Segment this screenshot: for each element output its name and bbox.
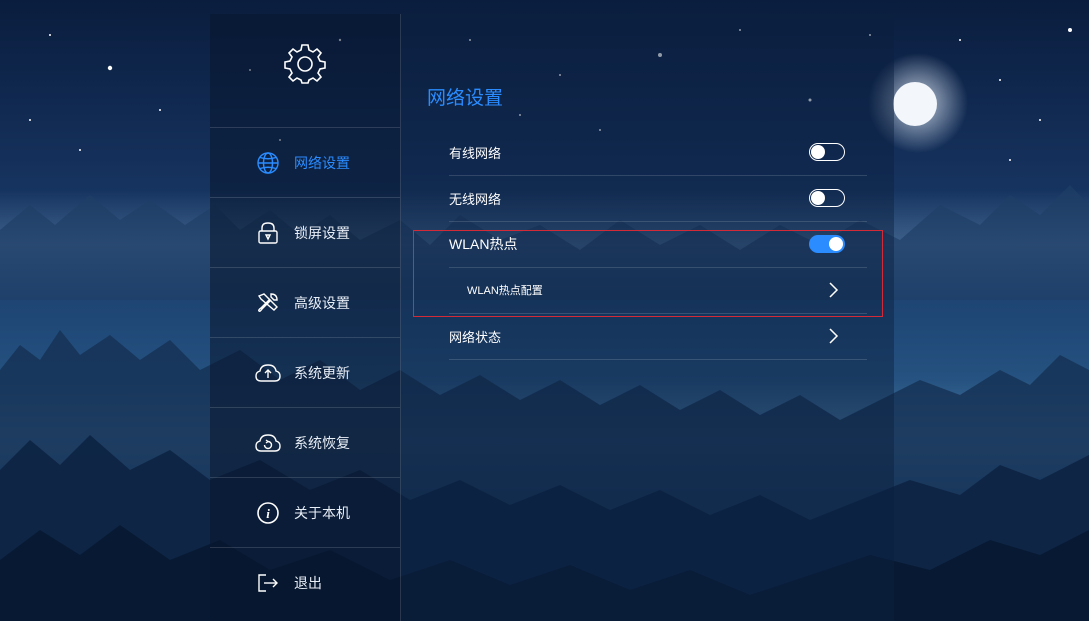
sidebar-item-label: 锁屏设置 <box>294 225 350 241</box>
network-status-row[interactable]: 网络状态 <box>449 313 867 360</box>
globe-icon <box>255 150 281 176</box>
row-label: 无线网络 <box>449 191 502 207</box>
sidebar-item-label: 系统恢复 <box>294 435 350 451</box>
row-label: 有线网络 <box>449 145 502 161</box>
sidebar-item-advanced[interactable]: 高级设置 <box>210 267 400 338</box>
sidebar-item-label: 退出 <box>294 575 322 591</box>
sidebar-item-label: 网络设置 <box>294 155 350 171</box>
sidebar-item-label: 高级设置 <box>294 295 350 311</box>
sidebar-item-about[interactable]: i 关于本机 <box>210 477 400 548</box>
sidebar-item-network[interactable]: 网络设置 <box>210 127 400 198</box>
wlan-hotspot-config-row[interactable]: WLAN热点配置 <box>449 267 867 314</box>
sidebar-item-label: 系统更新 <box>294 365 350 381</box>
sidebar-item-restore[interactable]: 系统恢复 <box>210 407 400 478</box>
row-label: 网络状态 <box>449 329 502 345</box>
wired-network-toggle[interactable] <box>809 143 845 161</box>
chevron-right-icon <box>829 282 839 298</box>
sidebar-item-lockscreen[interactable]: 锁屏设置 <box>210 197 400 268</box>
sidebar-item-label: 关于本机 <box>294 505 350 521</box>
sidebar-item-exit[interactable]: 退出 <box>210 547 400 618</box>
info-icon: i <box>255 500 281 526</box>
wireless-network-toggle[interactable] <box>809 189 845 207</box>
wired-network-row: 有线网络 <box>449 129 867 176</box>
row-label: WLAN热点 <box>449 236 518 252</box>
cloud-restore-icon <box>255 430 281 456</box>
wlan-hotspot-row: WLAN热点 <box>449 221 867 268</box>
cloud-upload-icon <box>255 360 281 386</box>
wlan-hotspot-toggle[interactable] <box>809 235 845 253</box>
tools-icon <box>255 290 281 316</box>
main-panel: 网络设置 有线网络 无线网络 WLAN热点 WLAN热点配置 网络状态 <box>401 14 894 621</box>
sidebar: 网络设置 锁屏设置 高级设置 系统更新 系统恢复 i 关于本机 退出 <box>210 14 401 621</box>
svg-text:i: i <box>266 506 270 521</box>
row-label: WLAN热点配置 <box>467 285 543 297</box>
sidebar-item-update[interactable]: 系统更新 <box>210 337 400 408</box>
exit-icon <box>255 570 281 596</box>
gear-icon <box>284 42 326 84</box>
chevron-right-icon <box>829 328 839 344</box>
lock-icon <box>255 220 281 246</box>
page-title: 网络设置 <box>427 88 504 109</box>
wireless-network-row: 无线网络 <box>449 175 867 222</box>
